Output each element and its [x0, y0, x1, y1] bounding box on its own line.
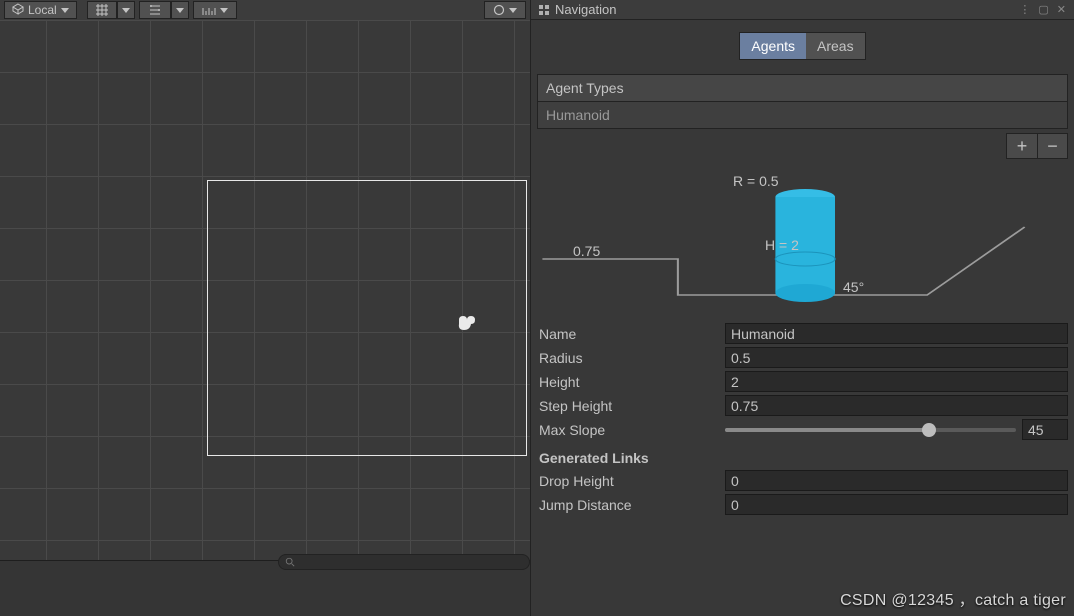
circle-icon: [493, 4, 505, 16]
diagram-radius-label: R = 0.5: [733, 173, 779, 189]
panel-title: Navigation: [555, 2, 616, 17]
tab-agents[interactable]: Agents: [740, 33, 806, 59]
jumpdistance-field[interactable]: [725, 494, 1068, 515]
stepheight-field[interactable]: [725, 395, 1068, 416]
snap-increment-dropdown[interactable]: [171, 1, 189, 19]
panel-close-icon[interactable]: ✕: [1057, 3, 1068, 16]
dropheight-field[interactable]: [725, 470, 1068, 491]
chevron-down-icon: [61, 8, 69, 13]
scene-viewport[interactable]: [0, 20, 530, 560]
chevron-down-icon: [509, 8, 517, 13]
panel-menu-icon[interactable]: ⋮: [1019, 3, 1032, 16]
radius-label: Radius: [537, 350, 725, 366]
grid-snap-button[interactable]: [87, 1, 117, 19]
ruler-icon: [202, 4, 216, 16]
chevron-down-icon: [176, 8, 184, 13]
stepheight-label: Step Height: [537, 398, 725, 414]
grid-icon: [96, 4, 108, 16]
name-field[interactable]: [725, 323, 1068, 344]
ruler-button[interactable]: [193, 1, 237, 19]
diagram-slope-label: 45°: [843, 279, 864, 295]
tool-space-button[interactable]: Local: [4, 1, 77, 19]
agent-diagram: R = 0.5 H = 2 0.75 45°: [537, 167, 1068, 317]
camera-frustum-rect: [207, 180, 527, 456]
diagram-step-label: 0.75: [573, 243, 600, 259]
cube-icon: [12, 3, 24, 18]
navigation-icon: [537, 3, 551, 17]
chevron-down-icon: [122, 8, 130, 13]
generated-links-header: Generated Links: [539, 450, 1068, 466]
nav-tabs: Agents Areas: [537, 32, 1068, 60]
name-label: Name: [537, 326, 725, 342]
height-field[interactable]: [725, 371, 1068, 392]
maxslope-value-field[interactable]: [1022, 419, 1068, 440]
panel-maximize-icon[interactable]: ▢: [1038, 3, 1050, 16]
tool-space-label: Local: [28, 3, 57, 17]
maxslope-label: Max Slope: [537, 422, 725, 438]
diagram-height-label: H = 2: [765, 237, 799, 253]
minus-icon: −: [1047, 136, 1058, 157]
snap-icon: [148, 4, 162, 16]
camera-gizmo-icon: [456, 314, 478, 338]
agent-types-header: Agent Types: [537, 74, 1068, 102]
snap-increment-button[interactable]: [139, 1, 171, 19]
hierarchy-search-input[interactable]: [278, 554, 530, 570]
height-label: Height: [537, 374, 725, 390]
jumpdistance-label: Jump Distance: [537, 497, 725, 513]
agent-type-item[interactable]: Humanoid: [537, 102, 1068, 129]
maxslope-slider[interactable]: [725, 428, 1016, 432]
scene-view: Local: [0, 0, 530, 616]
add-agent-type-button[interactable]: +: [1007, 134, 1037, 158]
slider-thumb[interactable]: [922, 423, 936, 437]
watermark-text: CSDN @12345 ，catch a tiger: [840, 586, 1066, 610]
scene-toolbar: Local: [0, 0, 530, 20]
remove-agent-type-button[interactable]: −: [1037, 134, 1067, 158]
plus-icon: +: [1017, 136, 1028, 157]
dropheight-label: Drop Height: [537, 473, 725, 489]
search-icon: [285, 557, 295, 567]
grid-snap-dropdown[interactable]: [117, 1, 135, 19]
navigation-panel-header[interactable]: Navigation ⋮ ▢ ✕: [531, 0, 1074, 20]
tab-areas[interactable]: Areas: [806, 33, 865, 59]
radius-field[interactable]: [725, 347, 1068, 368]
chevron-down-icon: [220, 8, 228, 13]
navigation-panel: Navigation ⋮ ▢ ✕ Agents Areas Agent Type…: [530, 0, 1074, 616]
gizmo-visibility-button[interactable]: [484, 1, 526, 19]
